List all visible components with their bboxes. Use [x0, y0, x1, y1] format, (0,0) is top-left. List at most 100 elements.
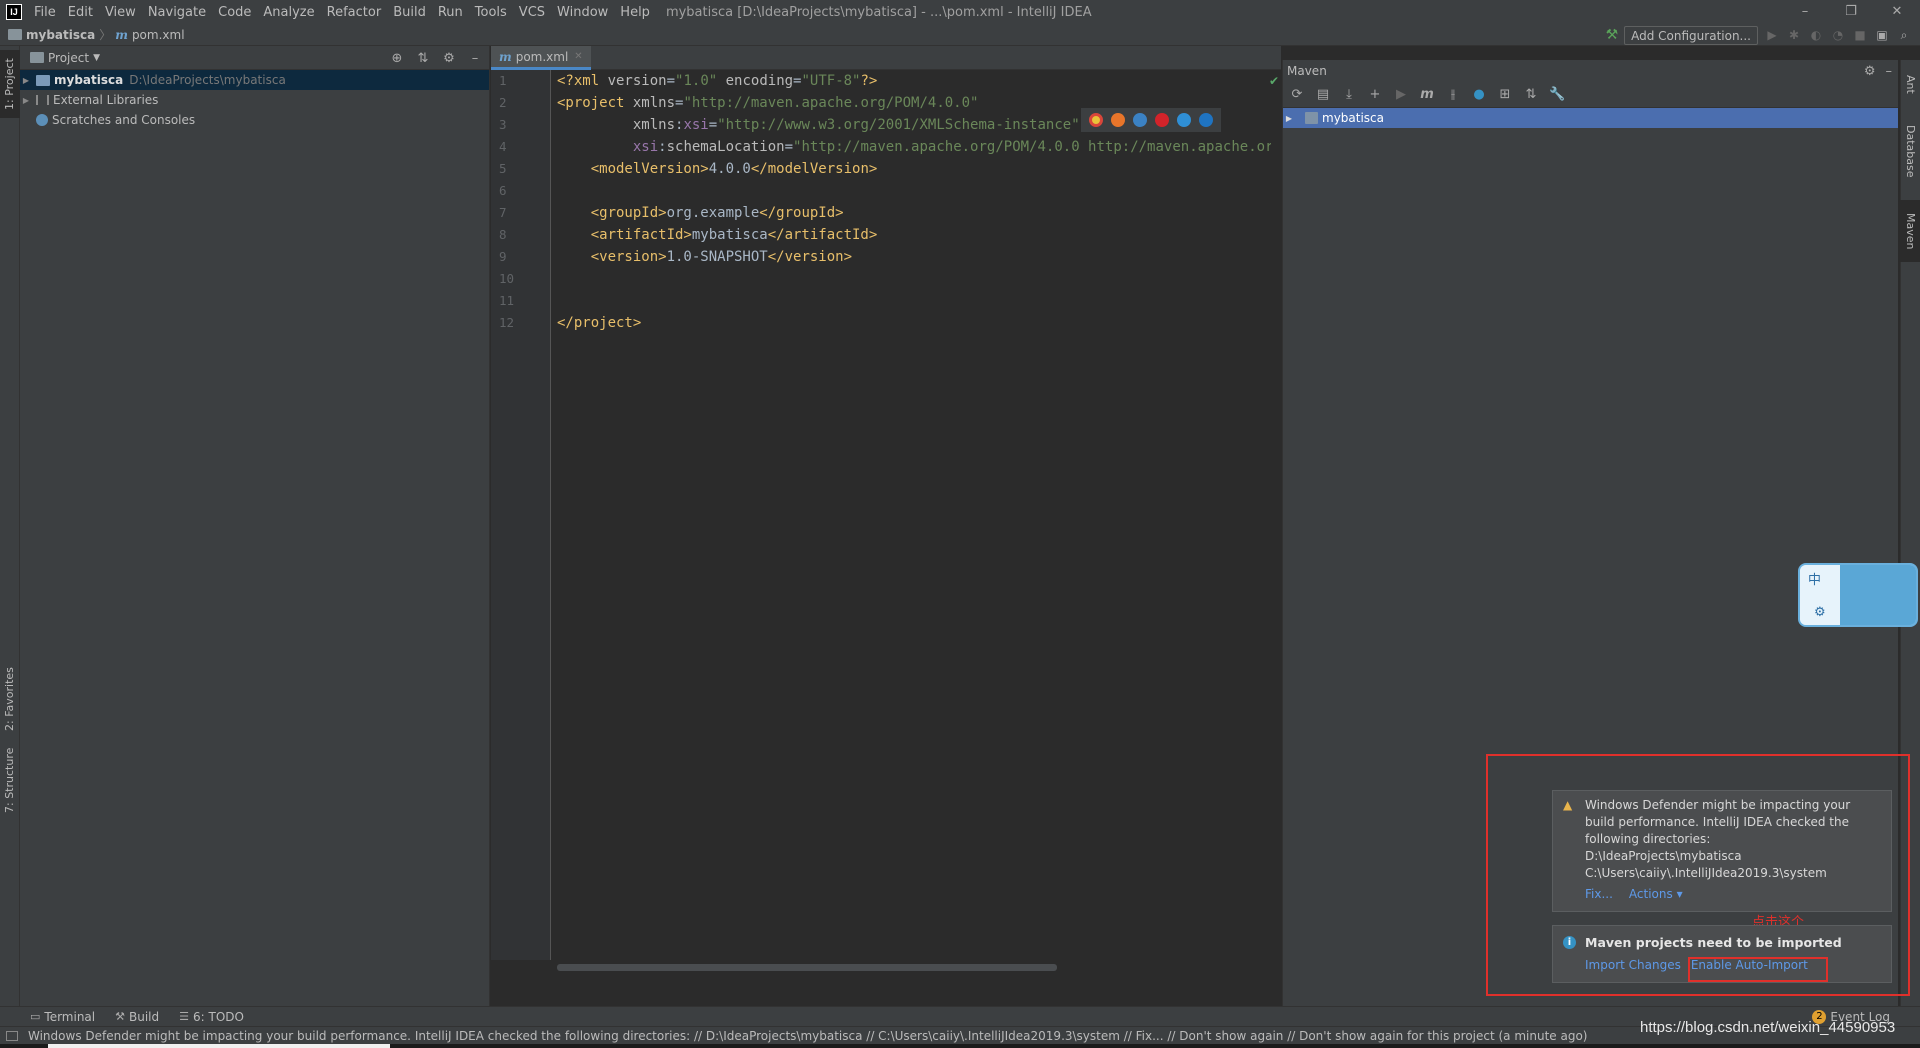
- locate-icon[interactable]: ⊕: [389, 51, 405, 66]
- maven-import-title: Maven projects need to be imported: [1585, 935, 1842, 950]
- menu-run[interactable]: Run: [432, 5, 469, 20]
- code-area[interactable]: <?xml version="1.0" encoding="UTF-8"?> <…: [557, 70, 1271, 960]
- maven-header-tools: ⚙ –: [1864, 60, 1892, 82]
- gear-icon[interactable]: ⚙: [1864, 64, 1876, 79]
- close-icon[interactable]: ✕: [574, 51, 582, 62]
- tree-item-external-libraries[interactable]: ▶ External Libraries: [20, 90, 489, 110]
- tab-favorites[interactable]: 2: Favorites: [0, 658, 20, 740]
- line-number: 6: [499, 183, 507, 198]
- window-title: mybatisca [D:\IdeaProjects\mybatisca] - …: [665, 4, 1092, 20]
- menu-file[interactable]: File: [28, 5, 62, 20]
- tab-maven[interactable]: Maven: [1900, 200, 1920, 262]
- tree-item-scratches[interactable]: Scratches and Consoles: [20, 110, 489, 130]
- tab-database[interactable]: Database: [1900, 116, 1920, 186]
- breadcrumb-file[interactable]: pom.xml: [132, 28, 185, 42]
- line-number: 8: [499, 227, 507, 242]
- expand-arrow-icon[interactable]: ▶: [20, 76, 32, 85]
- code-line: <?xml version="1.0" encoding="UTF-8"?>: [557, 73, 878, 89]
- expand-arrow-icon[interactable]: ▶: [20, 96, 32, 105]
- actions-dropdown[interactable]: Actions ▾: [1629, 887, 1683, 901]
- internet-explorer-icon[interactable]: [1177, 113, 1191, 127]
- reimport-icon[interactable]: ⟳: [1289, 87, 1305, 102]
- maven-toolbar: ⟳ ▤ ⤓ + ▶ m ⫲ ● ⊞ ⇅ 🔧: [1283, 82, 1898, 108]
- menu-help[interactable]: Help: [614, 5, 656, 20]
- stop-icon[interactable]: ■: [1852, 27, 1868, 43]
- search-everywhere-icon[interactable]: ⌕: [1896, 27, 1912, 43]
- wrench-icon[interactable]: 🔧: [1549, 87, 1565, 102]
- collapse-all-icon[interactable]: ⇅: [415, 51, 431, 66]
- execute-goal-icon[interactable]: m: [1419, 87, 1435, 102]
- status-message[interactable]: Windows Defender might be impacting your…: [28, 1029, 1648, 1043]
- project-view-icon: [30, 52, 44, 63]
- tab-project[interactable]: 1: Project: [0, 50, 20, 118]
- menu-navigate[interactable]: Navigate: [142, 5, 212, 20]
- intellij-logo-icon: IJ: [6, 4, 22, 20]
- collapse-all-icon[interactable]: ⇅: [1523, 87, 1539, 102]
- project-structure-icon[interactable]: ▣: [1874, 27, 1890, 43]
- debug-icon[interactable]: ✱: [1786, 27, 1802, 43]
- safari-icon[interactable]: [1133, 113, 1147, 127]
- project-panel-title[interactable]: Project: [48, 51, 89, 65]
- tab-terminal[interactable]: ▭ Terminal: [30, 1010, 95, 1024]
- expand-arrow-icon[interactable]: ▶: [1283, 114, 1295, 123]
- firefox-icon[interactable]: [1111, 113, 1125, 127]
- build-hammer-icon[interactable]: ⚒: [1606, 27, 1619, 43]
- hide-icon[interactable]: –: [467, 51, 483, 66]
- menu-code[interactable]: Code: [212, 5, 257, 20]
- gear-icon[interactable]: ⚙: [441, 51, 457, 66]
- chrome-icon[interactable]: [1089, 113, 1103, 127]
- menu-edit[interactable]: Edit: [62, 5, 99, 20]
- tree-item-mybatisca[interactable]: ▶ mybatisca D:\IdeaProjects\mybatisca: [20, 70, 489, 90]
- run-toolbar: ⚒ Add Configuration... ▶ ✱ ◐ ◔ ■ ▣ ⌕: [1606, 24, 1912, 46]
- tab-ant[interactable]: Ant: [1900, 64, 1920, 104]
- maven-file-icon: m: [115, 27, 128, 42]
- minimize-button[interactable]: –: [1782, 0, 1828, 24]
- toggle-offline-icon[interactable]: ⫲: [1445, 87, 1461, 102]
- fix-link[interactable]: Fix...: [1585, 887, 1613, 901]
- gear-icon[interactable]: ⚙: [1814, 605, 1826, 620]
- menu-view[interactable]: View: [99, 5, 142, 20]
- menu-window[interactable]: Window: [551, 5, 614, 20]
- coverage-icon[interactable]: ◐: [1808, 27, 1824, 43]
- close-button[interactable]: ✕: [1874, 0, 1920, 24]
- download-icon[interactable]: ⤓: [1341, 87, 1357, 102]
- tab-todo[interactable]: ☰ 6: TODO: [179, 1010, 244, 1024]
- opera-icon[interactable]: [1155, 113, 1169, 127]
- menu-analyze[interactable]: Analyze: [257, 5, 320, 20]
- defender-notification: ▲ Windows Defender might be impacting yo…: [1552, 790, 1892, 912]
- horizontal-scrollbar[interactable]: [557, 964, 1057, 971]
- code-line: </project>: [557, 315, 642, 331]
- taskbar-item[interactable]: [48, 1044, 390, 1048]
- watermark-text: https://blog.csdn.net/weixin_44590953: [1640, 1019, 1896, 1036]
- hide-icon[interactable]: –: [1886, 64, 1893, 79]
- restore-button[interactable]: ❐: [1828, 0, 1874, 24]
- ime-widget[interactable]: 中 ⚙: [1798, 563, 1918, 627]
- maven-project-item[interactable]: ▶ mybatisca: [1283, 108, 1898, 128]
- profile-icon[interactable]: ◔: [1830, 27, 1846, 43]
- edge-icon[interactable]: [1199, 113, 1213, 127]
- tab-pom-xml[interactable]: m pom.xml ✕: [491, 46, 591, 70]
- generate-sources-icon[interactable]: ▤: [1315, 87, 1331, 102]
- run-maven-icon[interactable]: ▶: [1393, 87, 1409, 102]
- info-icon: i: [1563, 936, 1576, 949]
- ime-language-label[interactable]: 中: [1808, 569, 1821, 588]
- run-icon[interactable]: ▶: [1764, 27, 1780, 43]
- breadcrumb-project[interactable]: mybatisca: [26, 28, 95, 42]
- add-configuration-button[interactable]: Add Configuration...: [1624, 25, 1758, 45]
- menu-tools[interactable]: Tools: [469, 5, 513, 20]
- menu-refactor[interactable]: Refactor: [321, 5, 388, 20]
- maven-panel-header: Maven ⚙ –: [1283, 60, 1898, 82]
- chevron-down-icon[interactable]: ▼: [93, 53, 100, 63]
- menu-build[interactable]: Build: [387, 5, 432, 20]
- project-panel-header: Project ▼ ⊕ ⇅ ⚙ –: [20, 46, 489, 70]
- skip-tests-icon[interactable]: ●: [1471, 87, 1487, 102]
- line-number: 11: [499, 293, 515, 308]
- show-dependencies-icon[interactable]: ⊞: [1497, 87, 1513, 102]
- status-toggle-icon[interactable]: [6, 1030, 18, 1041]
- line-number: 5: [499, 161, 507, 176]
- menu-vcs[interactable]: VCS: [513, 5, 551, 20]
- tab-structure[interactable]: 7: Structure: [0, 740, 20, 820]
- add-icon[interactable]: +: [1367, 87, 1383, 102]
- import-changes-link[interactable]: Import Changes: [1585, 958, 1681, 972]
- tab-build[interactable]: ⚒ Build: [115, 1010, 159, 1024]
